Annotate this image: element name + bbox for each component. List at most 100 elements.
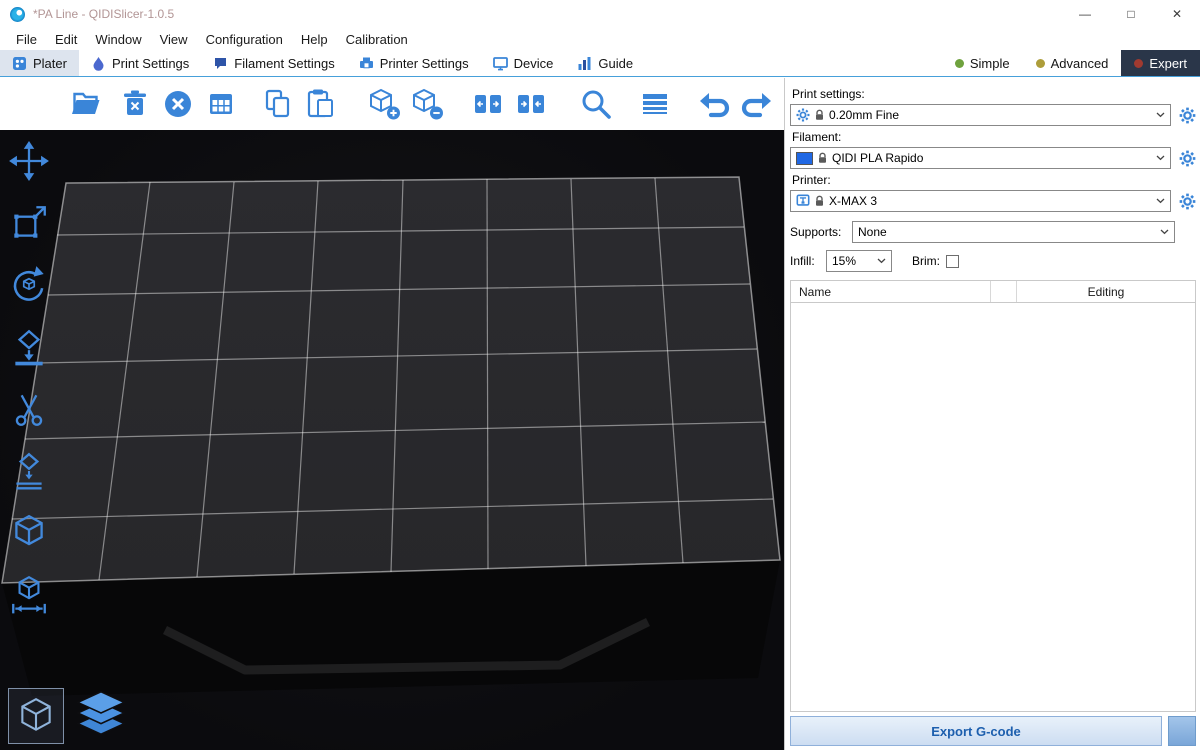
open-button[interactable] — [68, 86, 104, 122]
redo-button[interactable] — [739, 86, 775, 122]
supports-value: None — [858, 225, 887, 239]
build-plate[interactable] — [2, 177, 780, 583]
cut-tool-button[interactable] — [6, 386, 52, 432]
menu-calibration[interactable]: Calibration — [337, 32, 417, 47]
mode-expert[interactable]: Expert — [1121, 50, 1200, 76]
split-to-objects-button[interactable] — [470, 86, 506, 122]
mode-simple[interactable]: Simple — [942, 50, 1023, 76]
printer-base — [2, 560, 780, 696]
print-settings-gear-button[interactable] — [1178, 106, 1196, 124]
chevron-down-icon — [1156, 112, 1165, 118]
tab-plater-label: Plater — [33, 56, 67, 71]
tab-print-settings[interactable]: Print Settings — [79, 50, 201, 76]
printer-combo[interactable]: X-MAX 3 — [790, 190, 1171, 212]
tab-bar: Plater Print Settings Filament Settings … — [0, 50, 1200, 77]
place-on-face-tool-button[interactable] — [6, 324, 52, 370]
lock-icon — [815, 109, 824, 121]
object-list: Name Editing — [790, 280, 1196, 712]
tab-filament-settings-label: Filament Settings — [234, 56, 334, 71]
chevron-down-icon — [877, 258, 886, 264]
split-to-parts-button[interactable] — [513, 86, 549, 122]
print-settings-label: Print settings: — [792, 87, 1196, 101]
export-options-button[interactable] — [1168, 716, 1196, 746]
scale-tool-button[interactable] — [6, 200, 52, 246]
preview-layers-icon — [74, 689, 128, 737]
view-switcher — [8, 688, 128, 744]
editor-view-button[interactable] — [8, 688, 64, 744]
menu-file[interactable]: File — [7, 32, 46, 47]
menu-window[interactable]: Window — [86, 32, 150, 47]
menu-help[interactable]: Help — [292, 32, 337, 47]
supports-label: Supports: — [790, 225, 852, 239]
settings-panel: Print settings: 0.20mm Fine Filament: QI… — [784, 78, 1200, 750]
supports-combo[interactable]: None — [852, 221, 1175, 243]
undo-button[interactable] — [696, 86, 732, 122]
variable-layer-height-icon — [638, 87, 672, 121]
paint-supports-tool-button[interactable] — [6, 448, 52, 494]
remove-instance-button[interactable] — [409, 86, 445, 122]
menu-configuration[interactable]: Configuration — [197, 32, 292, 47]
tab-device[interactable]: Device — [481, 50, 566, 76]
tab-printer-settings[interactable]: Printer Settings — [347, 50, 481, 76]
close-button[interactable]: ✕ — [1154, 0, 1200, 28]
rotate-tool-button[interactable] — [6, 262, 52, 308]
scale-icon — [8, 202, 50, 244]
printer-gear-button[interactable] — [1178, 192, 1196, 210]
column-name: Name — [791, 281, 991, 302]
tab-print-settings-label: Print Settings — [112, 56, 189, 71]
gear-icon — [796, 108, 810, 122]
infill-combo[interactable]: 15% — [826, 250, 892, 272]
export-gcode-button[interactable]: Export G-code — [790, 716, 1162, 746]
tab-device-label: Device — [514, 56, 554, 71]
add-instance-icon — [367, 87, 401, 121]
tab-filament-settings[interactable]: Filament Settings — [201, 50, 346, 76]
minimize-button[interactable]: — — [1062, 0, 1108, 28]
copy-button[interactable] — [260, 86, 296, 122]
scene-canvas[interactable] — [0, 130, 784, 750]
delete-button[interactable] — [117, 86, 153, 122]
place-on-face-icon — [8, 326, 50, 368]
mode-advanced[interactable]: Advanced — [1023, 50, 1122, 76]
paint-seam-tool-button[interactable] — [6, 510, 52, 556]
tab-guide[interactable]: Guide — [565, 50, 645, 76]
split-to-parts-icon — [514, 87, 548, 121]
menu-bar: File Edit Window View Configuration Help… — [0, 28, 1200, 50]
filament-gear-button[interactable] — [1178, 149, 1196, 167]
object-list-body[interactable] — [791, 303, 1195, 711]
menu-view[interactable]: View — [151, 32, 197, 47]
tab-guide-label: Guide — [598, 56, 633, 71]
printer-icon — [796, 194, 810, 208]
preview-view-button[interactable] — [74, 689, 128, 744]
delete-icon — [118, 87, 152, 121]
measure-tool-button[interactable] — [6, 572, 52, 618]
simple-dot-icon — [955, 59, 964, 68]
variable-layer-height-button[interactable] — [637, 86, 673, 122]
folder-open-icon — [69, 87, 103, 121]
search-button[interactable] — [578, 86, 614, 122]
tab-plater[interactable]: Plater — [0, 50, 79, 76]
move-icon — [8, 140, 50, 182]
arrange-button[interactable] — [203, 86, 239, 122]
brim-label: Brim: — [912, 254, 940, 268]
paste-button[interactable] — [303, 86, 339, 122]
remove-instance-icon — [410, 87, 444, 121]
menu-edit[interactable]: Edit — [46, 32, 86, 47]
guide-icon — [577, 56, 592, 71]
lock-icon — [818, 152, 827, 164]
rotate-icon — [8, 264, 50, 306]
move-tool-button[interactable] — [6, 138, 52, 184]
print-settings-combo[interactable]: 0.20mm Fine — [790, 104, 1171, 126]
delete-all-icon — [161, 87, 195, 121]
add-instance-button[interactable] — [366, 86, 402, 122]
delete-all-button[interactable] — [160, 86, 196, 122]
search-icon — [579, 87, 613, 121]
filament-combo[interactable]: QIDI PLA Rapido — [790, 147, 1171, 169]
paint-supports-icon — [8, 450, 50, 492]
paint-seam-icon — [8, 512, 50, 554]
redo-icon — [740, 87, 774, 121]
column-spacer — [991, 281, 1017, 302]
maximize-button[interactable]: □ — [1108, 0, 1154, 28]
brim-checkbox[interactable] — [946, 255, 959, 268]
viewport-3d[interactable] — [0, 130, 784, 750]
3d-editor-view-icon — [15, 695, 57, 737]
